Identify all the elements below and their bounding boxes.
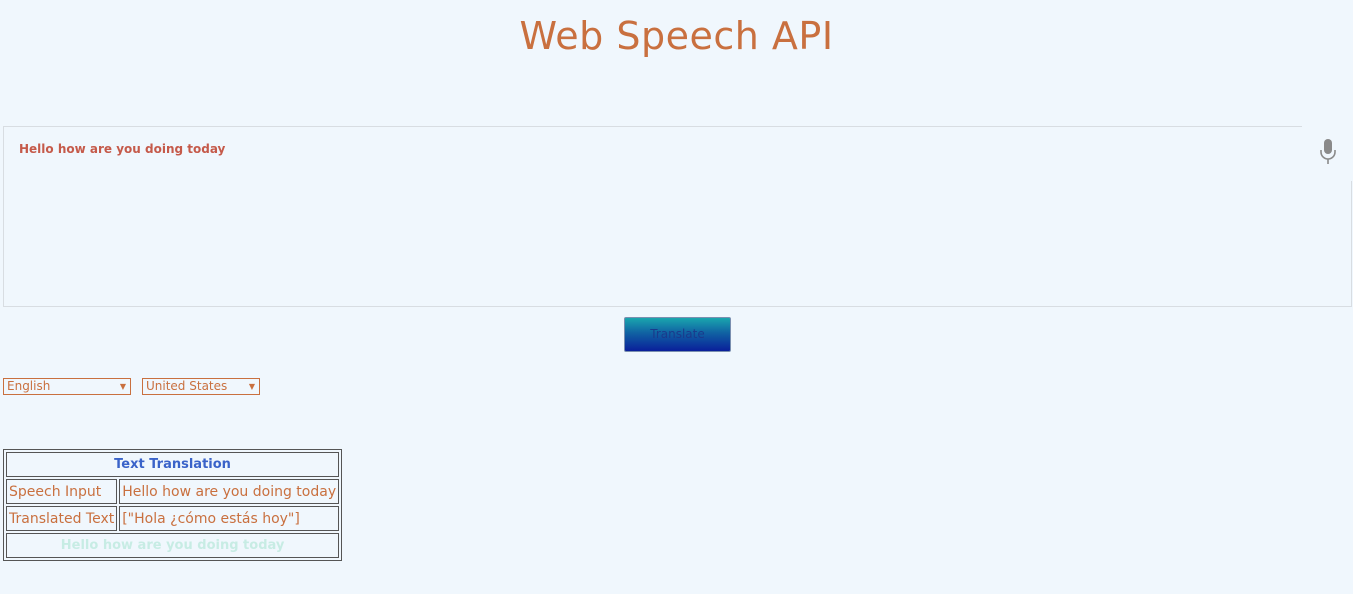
speech-input-label: Speech Input xyxy=(6,479,118,504)
translate-button[interactable]: Translate xyxy=(624,317,731,352)
table-header: Text Translation xyxy=(6,452,340,477)
language-select-value: English xyxy=(7,379,51,393)
microphone-icon[interactable] xyxy=(1316,137,1340,167)
table-footer: Hello how are you doing today xyxy=(6,533,340,558)
region-select-value: United States xyxy=(146,379,228,393)
microphone-icon-graphic xyxy=(1320,139,1336,164)
page: Web Speech API Hello how are you doing t… xyxy=(0,0,1353,594)
dropdown-arrow-icon: ▼ xyxy=(248,382,255,391)
table-row: Speech Input Hello how are you doing tod… xyxy=(6,479,340,504)
translated-text-value: ["Hola ¿cómo estás hoy"] xyxy=(119,506,340,531)
region-select[interactable]: United States ▼ xyxy=(142,378,260,395)
translation-table: Text Translation Speech Input Hello how … xyxy=(3,449,343,561)
page-title: Web Speech API xyxy=(519,14,834,58)
speech-transcript: Hello how are you doing today xyxy=(19,142,226,156)
table-row: Translated Text ["Hola ¿cómo estás hoy"] xyxy=(6,506,340,531)
dropdown-arrow-icon: ▼ xyxy=(119,382,126,391)
language-select[interactable]: English ▼ xyxy=(3,378,131,395)
speech-input-value: Hello how are you doing today xyxy=(119,479,340,504)
speech-output-area[interactable]: Hello how are you doing today xyxy=(3,126,1352,307)
table-header-row: Text Translation xyxy=(6,452,340,477)
translated-text-label: Translated Text xyxy=(6,506,118,531)
table-footer-row: Hello how are you doing today xyxy=(6,533,340,558)
